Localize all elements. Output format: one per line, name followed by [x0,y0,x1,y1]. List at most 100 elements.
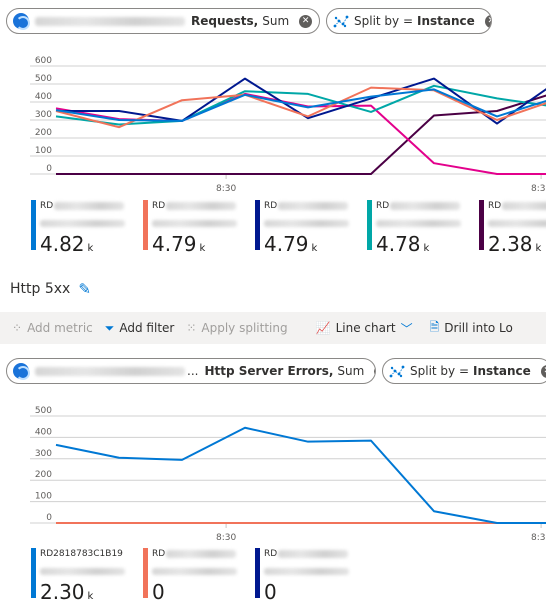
line-chart-dropdown[interactable]: 📈 Line chart ﹀ [316,320,418,337]
instance-detail-redacted [264,568,349,575]
instance-detail-redacted [40,220,125,227]
y-tick-label: 200 [35,470,52,480]
instance-name-redacted [166,202,237,210]
aggregation: Sum [262,14,290,28]
y-tick-label: 600 [35,56,52,66]
legend-value: 0 [264,581,365,603]
split-icon: ⁙ [186,321,197,335]
section-title: Http 5xx ✎ [10,280,91,298]
legend-value-unit: k [535,243,542,254]
add-metric-button[interactable]: ⁘ Add metric [12,321,93,335]
legend-name-text: RD [376,201,390,211]
apply-splitting-label: Apply splitting [201,321,288,335]
legend-value: 0 [152,581,253,603]
y-tick-label: 200 [35,128,52,138]
legend-value-number: 2.30 [40,580,85,604]
legend-instance-name: RD [152,200,253,212]
instance-name-redacted [502,202,546,210]
split-pill[interactable]: Split by = Instance ✕ [382,358,546,384]
x-tick-label: 8:35 [531,184,546,194]
legend-item[interactable]: RD2818783C1B19 2.30 k [31,548,141,603]
resource-ellipsis: ... [187,364,199,378]
y-tick-label: 300 [35,449,52,459]
legend-name-text: RD [40,201,54,211]
legend-color-bar [255,200,260,250]
instance-name-redacted [278,202,349,210]
instance-name-redacted [278,550,349,558]
legend-item[interactable]: RD 4.79 k [143,200,253,255]
metric-name: Http Server Errors, [204,364,334,378]
legend-item[interactable]: RD 0 [255,548,365,603]
close-icon[interactable]: ✕ [299,14,313,28]
y-tick-label: 100 [35,146,52,156]
legend-item[interactable]: RD 2.38 k [479,200,546,255]
y-tick-label: 300 [35,110,52,120]
legend-item[interactable]: RD 4.79 k [255,200,365,255]
requests-chart: 0 100 200 300 400 500 600 8:30 8:35 [0,45,546,195]
legend-value-unit: k [87,243,94,254]
legend-value: 4.79 k [152,233,253,260]
legend-color-bar [367,200,372,250]
pencil-icon[interactable]: ✎ [78,280,91,298]
legend-instance-name: RD [488,200,546,212]
split-icon [333,15,349,28]
legend-color-bar [255,548,260,598]
close-icon[interactable]: ✕ [540,364,546,378]
line-chart-label: Line chart [335,321,396,335]
resource-name-redacted [35,366,185,376]
metric-pill-requests[interactable]: Requests, Sum ✕ [6,8,320,34]
instance-detail-redacted [488,220,546,227]
y-tick-label: 100 [35,492,52,502]
apply-splitting-button[interactable]: ⁙ Apply splitting [186,321,287,335]
legend-value-unit: k [311,243,318,254]
y-tick-label: 0 [46,164,52,174]
series-line [56,94,546,175]
add-metric-icon: ⁘ [12,321,23,335]
legend-color-bar [143,200,148,250]
add-filter-label: Add filter [119,321,175,335]
close-icon[interactable]: ✕ [374,364,375,378]
close-icon[interactable]: ✕ [484,14,491,28]
http-errors-chart-svg: 0 100 200 300 400 500 8:30 8:35 [30,406,546,543]
split-pill[interactable]: Split by = Instance ✕ [326,8,492,34]
legend-item[interactable]: RD 4.78 k [367,200,477,255]
add-filter-button[interactable]: ⏷ Add filter [105,321,175,336]
legend-value-number: 4.78 [376,232,421,256]
legend-color-bar [31,548,36,598]
chevron-down-icon: ﹀ [400,321,413,336]
legend-name-text: RD [152,201,166,211]
http-errors-chart: 0 100 200 300 400 500 8:30 8:35 [0,395,546,545]
x-tick-label: 8:30 [216,184,236,194]
legend-value-number: 4.79 [152,232,197,256]
legend-name-text: RD [264,549,278,559]
add-metric-label: Add metric [27,321,93,335]
drill-into-logs-button[interactable]: 🗎 Drill into Lo [430,318,513,339]
legend-value: 4.78 k [376,233,477,260]
legend-value: 2.30 k [40,581,141,608]
y-tick-label: 500 [35,74,52,84]
document-link-icon: 🗎 [429,319,440,334]
resource-icon [13,13,30,30]
legend-value-number: 2.38 [488,232,533,256]
legend-instance-name: RD [376,200,477,212]
legend-item[interactable]: RD 0 [143,548,253,603]
chart-title: Http 5xx [10,281,71,297]
filter-icon: ⏷ [104,320,115,335]
legend-name-text: RD2818783C1B19 [40,549,123,559]
instance-name-redacted [166,550,237,558]
legend-instance-name: RD [40,200,141,212]
instance-name-redacted [390,202,461,210]
metric-pill-http-server-errors[interactable]: ... Http Server Errors, Sum ✕ [6,358,376,384]
legend-instance-name: RD2818783C1B19 [40,548,141,560]
legend-instance-name: RD [152,548,253,560]
split-prefix: Split by = [410,364,470,378]
legend-name-text: RD [488,201,502,211]
legend-color-bar [31,200,36,250]
legend-value-number: 0 [152,580,165,604]
instance-detail-redacted [152,220,237,227]
legend-color-bar [479,200,484,250]
legend-item[interactable]: RD 4.82 k [31,200,141,255]
series-line [56,77,546,125]
instance-detail-redacted [376,220,461,227]
legend-value-number: 4.79 [264,232,309,256]
